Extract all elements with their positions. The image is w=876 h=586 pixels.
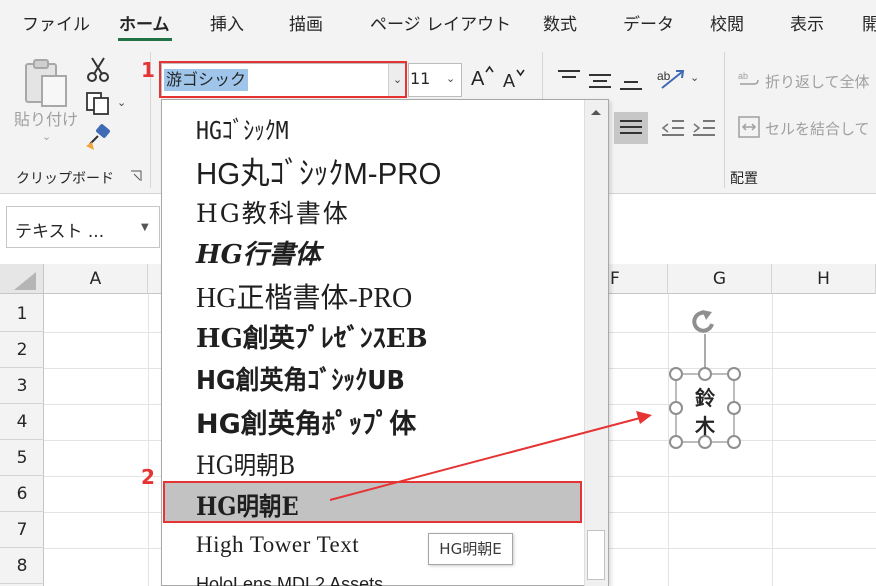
align-top-icon[interactable]: [556, 68, 582, 88]
step-label-1: 1: [141, 58, 155, 82]
column-header-h[interactable]: H: [772, 264, 876, 294]
svg-text:ab: ab: [657, 69, 671, 83]
select-all-triangle-icon: [14, 272, 36, 290]
grid-line: [148, 294, 149, 586]
tab-file[interactable]: ファイル: [22, 10, 90, 35]
row-header-4[interactable]: 4: [0, 404, 44, 440]
align-right-icon[interactable]: [618, 118, 644, 138]
annotation-box-font-combobox: [159, 61, 407, 98]
group-separator: [724, 52, 725, 188]
row-header-1[interactable]: 1: [0, 296, 44, 332]
name-box-dropdown-icon[interactable]: ▼: [141, 222, 149, 233]
tab-formulas[interactable]: 数式: [543, 10, 577, 35]
active-tab-indicator: [118, 38, 172, 41]
font-size-dropdown-icon[interactable]: ⌄: [446, 72, 455, 85]
orientation-dropdown-icon[interactable]: ⌄: [690, 71, 699, 84]
grid-line: [772, 294, 773, 586]
annotation-box-selected-font: [163, 481, 582, 523]
paste-button-label[interactable]: 貼り付け: [14, 106, 78, 130]
align-middle-icon[interactable]: [587, 70, 613, 90]
row-header-6[interactable]: 6: [0, 476, 44, 512]
row-header-2[interactable]: 2: [0, 332, 44, 368]
font-list-scrollbar[interactable]: [584, 100, 608, 586]
align-bottom-icon[interactable]: [618, 72, 644, 92]
format-painter-icon[interactable]: [84, 124, 112, 152]
font-list-item[interactable]: HG創英角ﾎﾟｯﾌﾟ体: [196, 402, 416, 441]
tab-insert[interactable]: 挿入: [210, 10, 244, 35]
merge-cells-button[interactable]: セルを結合して: [765, 118, 870, 139]
font-list-item[interactable]: HG行書体: [196, 234, 321, 271]
copy-dropdown-icon[interactable]: ⌄: [117, 96, 126, 109]
font-list-item[interactable]: HGｺﾞｼｯｸM: [196, 111, 289, 147]
step-label-2: 2: [141, 465, 155, 489]
font-list-item[interactable]: HG創英角ｺﾞｼｯｸUB: [196, 360, 405, 397]
svg-text:A: A: [471, 68, 485, 90]
scroll-thumb[interactable]: [587, 530, 605, 580]
text-box-char: 鈴: [695, 386, 715, 410]
increase-font-size-icon[interactable]: A: [470, 64, 496, 90]
tab-view[interactable]: 表示: [790, 10, 824, 35]
tab-review[interactable]: 校閲: [710, 10, 744, 35]
svg-text:ab: ab: [738, 71, 748, 81]
row-header-5[interactable]: 5: [0, 440, 44, 476]
scissors-icon[interactable]: [86, 56, 110, 82]
orientation-icon[interactable]: ab: [656, 66, 686, 90]
clipboard-group-label: クリップボード: [16, 171, 114, 187]
tab-data[interactable]: データ: [623, 10, 674, 35]
text-box-char: 木: [695, 414, 715, 438]
svg-text:A: A: [503, 71, 515, 91]
merge-cells-icon[interactable]: [738, 116, 760, 138]
font-list-item[interactable]: HG明朝B: [196, 446, 295, 482]
row-header-7[interactable]: 7: [0, 512, 44, 548]
decrease-indent-icon[interactable]: [660, 118, 686, 138]
font-list-item[interactable]: HG創英ﾌﾟﾚｾﾞﾝｽEB: [196, 318, 428, 355]
font-list-item[interactable]: HG丸ｺﾞｼｯｸM-PRO: [196, 148, 441, 193]
ribbon-tab-bar: ファイル ホーム 挿入 描画 ページ レイアウト 数式 データ 校閲 表示 開: [0, 0, 876, 44]
font-list-item[interactable]: HG正楷書体-PRO: [196, 276, 412, 316]
row-header-3[interactable]: 3: [0, 368, 44, 404]
tab-home[interactable]: ホーム: [119, 10, 170, 35]
copy-icon[interactable]: [84, 90, 112, 116]
tab-more[interactable]: 開: [862, 10, 876, 35]
name-box-value[interactable]: テキスト ...: [15, 217, 104, 242]
tab-draw[interactable]: 描画: [289, 10, 323, 35]
wrap-text-icon[interactable]: ab: [738, 70, 760, 90]
alignment-group-label: 配置: [730, 171, 758, 187]
row-header-8[interactable]: 8: [0, 548, 44, 584]
paste-dropdown-icon[interactable]: ⌄: [42, 130, 51, 143]
font-list-item[interactable]: HG教科書体: [196, 194, 350, 230]
font-size-value[interactable]: 11: [410, 69, 430, 88]
wrap-text-button[interactable]: 折り返して全体: [765, 71, 870, 92]
column-header-a[interactable]: A: [44, 264, 148, 294]
font-tooltip: HG明朝E: [428, 533, 513, 565]
column-header-g[interactable]: G: [668, 264, 772, 294]
dialog-launcher-icon[interactable]: [130, 170, 142, 182]
scroll-up-arrow-icon[interactable]: [587, 104, 605, 122]
paste-icon[interactable]: [20, 58, 72, 108]
font-list-item[interactable]: HoloLens MDL2 Assets: [196, 574, 383, 586]
tab-page-layout[interactable]: ページ レイアウト: [370, 10, 511, 35]
increase-indent-icon[interactable]: [691, 118, 717, 138]
decrease-font-size-icon[interactable]: A: [502, 66, 528, 92]
font-list-item[interactable]: High Tower Text: [196, 532, 359, 558]
